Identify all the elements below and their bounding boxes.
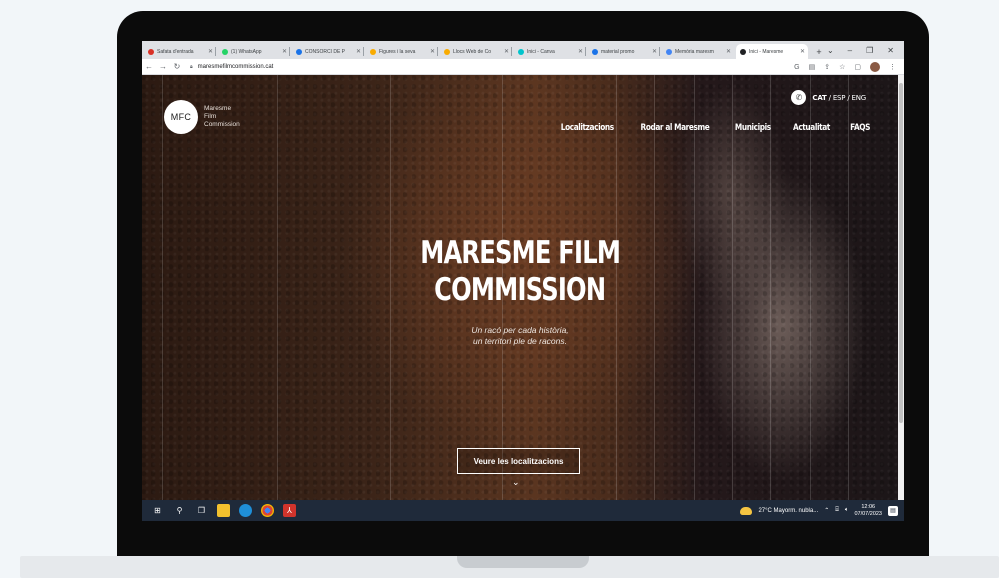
scrollbar-thumb[interactable] bbox=[899, 83, 903, 423]
laptop-screen: Safata d'entrada ✕ (1) WhatsApp ✕ CONSORCI… bbox=[142, 41, 904, 521]
task-view-icon[interactable]: ❐ bbox=[195, 504, 208, 517]
tab-search-icon[interactable]: ⌄ bbox=[827, 46, 834, 55]
close-tab-icon[interactable]: ✕ bbox=[356, 48, 361, 55]
chrome-icon[interactable] bbox=[261, 504, 274, 517]
page-scrollbar[interactable] bbox=[898, 75, 904, 500]
tab-consorci[interactable]: CONSORCI DE P ✕ bbox=[292, 44, 364, 59]
tab-llocs-web[interactable]: Llocs Web de Co ✕ bbox=[440, 44, 512, 59]
weather-icon[interactable] bbox=[740, 506, 753, 515]
back-icon[interactable]: ← bbox=[142, 62, 156, 71]
lang-other-links[interactable]: / ESP / ENG bbox=[827, 94, 867, 102]
url-field[interactable]: 🔒︎ maresmefilmcommission.cat bbox=[190, 64, 273, 70]
maximize-icon[interactable]: ❐ bbox=[866, 46, 873, 55]
volume-icon[interactable]: 🔈︎ bbox=[845, 507, 849, 514]
window-controls: ⌄ – ❐ ✕ bbox=[827, 41, 904, 59]
menu-item-faqs[interactable]: FAQS bbox=[850, 123, 870, 133]
file-explorer-icon[interactable] bbox=[217, 504, 230, 517]
reload-icon[interactable]: ↻ bbox=[170, 62, 184, 71]
main-menu: Localitzacions Rodar al Maresme Municipi… bbox=[555, 123, 872, 133]
tray-chevron-icon[interactable]: ⌃ bbox=[824, 507, 829, 514]
close-tab-icon[interactable]: ✕ bbox=[726, 48, 731, 55]
close-window-icon[interactable]: ✕ bbox=[887, 46, 894, 55]
close-tab-icon[interactable]: ✕ bbox=[504, 48, 509, 55]
close-tab-icon[interactable]: ✕ bbox=[208, 48, 213, 55]
hero-subtitle: Un racó per cada història, un territori … bbox=[471, 325, 569, 346]
tab-canva[interactable]: Inici - Canva ✕ bbox=[514, 44, 586, 59]
acrobat-icon[interactable]: ⅄ bbox=[283, 504, 296, 517]
menu-item-localitzacions[interactable]: Localitzacions bbox=[561, 123, 614, 133]
menu-item-actualitat[interactable]: Actualitat bbox=[793, 123, 830, 133]
windows-icon[interactable]: ⊞ bbox=[151, 504, 164, 517]
laptop-notch bbox=[457, 556, 589, 568]
forward-icon[interactable]: → bbox=[156, 62, 170, 71]
extensions-area: G ▤ ⇪ ☆ ▢ ⋮ bbox=[794, 61, 896, 73]
clock[interactable]: 12:06 07/07/2023 bbox=[854, 504, 882, 518]
logo-mark: MFC bbox=[164, 100, 198, 134]
windows-taskbar: ⊞ ⚲ ❐ ⅄ 27°C Mayorm. nubla... ⌃ ⌸ 🔈︎ 12:… bbox=[142, 500, 904, 521]
close-tab-icon[interactable]: ✕ bbox=[578, 48, 583, 55]
close-tab-icon[interactable]: ✕ bbox=[800, 48, 805, 55]
view-locations-button[interactable]: Veure les localitzacions bbox=[457, 448, 580, 474]
site-favicon-icon bbox=[740, 48, 746, 55]
website-hero: MFC Maresme Film Commission ✆ CAT / ESP … bbox=[142, 75, 898, 500]
lang-cat-link[interactable]: CAT bbox=[812, 94, 826, 102]
tab-inici-maresme[interactable]: Inici - Maresme ✕ bbox=[736, 44, 808, 59]
language-switcher: ✆ CAT / ESP / ENG bbox=[791, 90, 866, 105]
tab-material[interactable]: material promo ✕ bbox=[588, 44, 660, 59]
site-favicon-icon bbox=[666, 48, 672, 55]
translate-icon[interactable]: ▤ bbox=[809, 63, 816, 71]
browser-tab-bar: Safata d'entrada ✕ (1) WhatsApp ✕ CONSORCI… bbox=[142, 41, 904, 59]
new-tab-button[interactable]: + bbox=[812, 44, 826, 59]
edge-icon[interactable] bbox=[239, 504, 252, 517]
whatsapp-icon[interactable]: ✆ bbox=[791, 90, 807, 105]
laptop-scene: Safata d'entrada ✕ (1) WhatsApp ✕ CONSORCI… bbox=[0, 0, 999, 578]
tab-gmail[interactable]: Safata d'entrada ✕ bbox=[144, 44, 216, 59]
close-tab-icon[interactable]: ✕ bbox=[282, 48, 287, 55]
tab-memoria[interactable]: Memòria maresm ✕ bbox=[662, 44, 734, 59]
weather-text[interactable]: 27°C Mayorm. nubla... bbox=[758, 508, 818, 514]
profile-avatar[interactable] bbox=[870, 62, 880, 72]
menu-item-municipis[interactable]: Municipis bbox=[735, 123, 771, 133]
search-icon[interactable]: ⚲ bbox=[173, 504, 186, 517]
share-icon[interactable]: ⇪ bbox=[824, 63, 830, 71]
sidepanel-icon[interactable]: ▢ bbox=[854, 63, 861, 71]
site-favicon-icon bbox=[592, 48, 598, 55]
close-tab-icon[interactable]: ✕ bbox=[652, 48, 657, 55]
whatsapp-icon bbox=[222, 48, 228, 55]
site-logo[interactable]: MFC Maresme Film Commission bbox=[164, 100, 240, 134]
address-bar: ← → ↻ 🔒︎ maresmefilmcommission.cat G ▤ ⇪… bbox=[142, 59, 904, 75]
notifications-icon[interactable]: ▤ bbox=[888, 505, 898, 516]
menu-kebab-icon[interactable]: ⋮ bbox=[889, 63, 896, 71]
close-tab-icon[interactable]: ✕ bbox=[430, 48, 435, 55]
tab-whatsapp[interactable]: (1) WhatsApp ✕ bbox=[218, 44, 290, 59]
minimize-icon[interactable]: – bbox=[848, 46, 852, 55]
hero-title: MARESME FILM COMMISSION bbox=[420, 235, 621, 308]
site-favicon-icon bbox=[444, 48, 450, 55]
canva-icon bbox=[518, 48, 524, 55]
doc-icon bbox=[296, 48, 302, 55]
google-icon[interactable]: G bbox=[794, 64, 799, 71]
system-tray: 27°C Mayorm. nubla... ⌃ ⌸ 🔈︎ 12:06 07/07… bbox=[740, 500, 898, 521]
logo-wordmark: Maresme Film Commission bbox=[204, 105, 240, 128]
site-favicon-icon bbox=[370, 48, 376, 55]
chevron-down-icon[interactable]: ⌄ bbox=[512, 477, 520, 488]
lock-icon: 🔒︎ bbox=[190, 63, 193, 70]
gmail-icon bbox=[148, 48, 154, 55]
tab-figures[interactable]: Figures i la seva ✕ bbox=[366, 44, 438, 59]
menu-item-rodar[interactable]: Rodar al Maresme bbox=[641, 123, 710, 133]
bookmark-star-icon[interactable]: ☆ bbox=[839, 63, 845, 71]
network-icon[interactable]: ⌸ bbox=[835, 507, 839, 514]
